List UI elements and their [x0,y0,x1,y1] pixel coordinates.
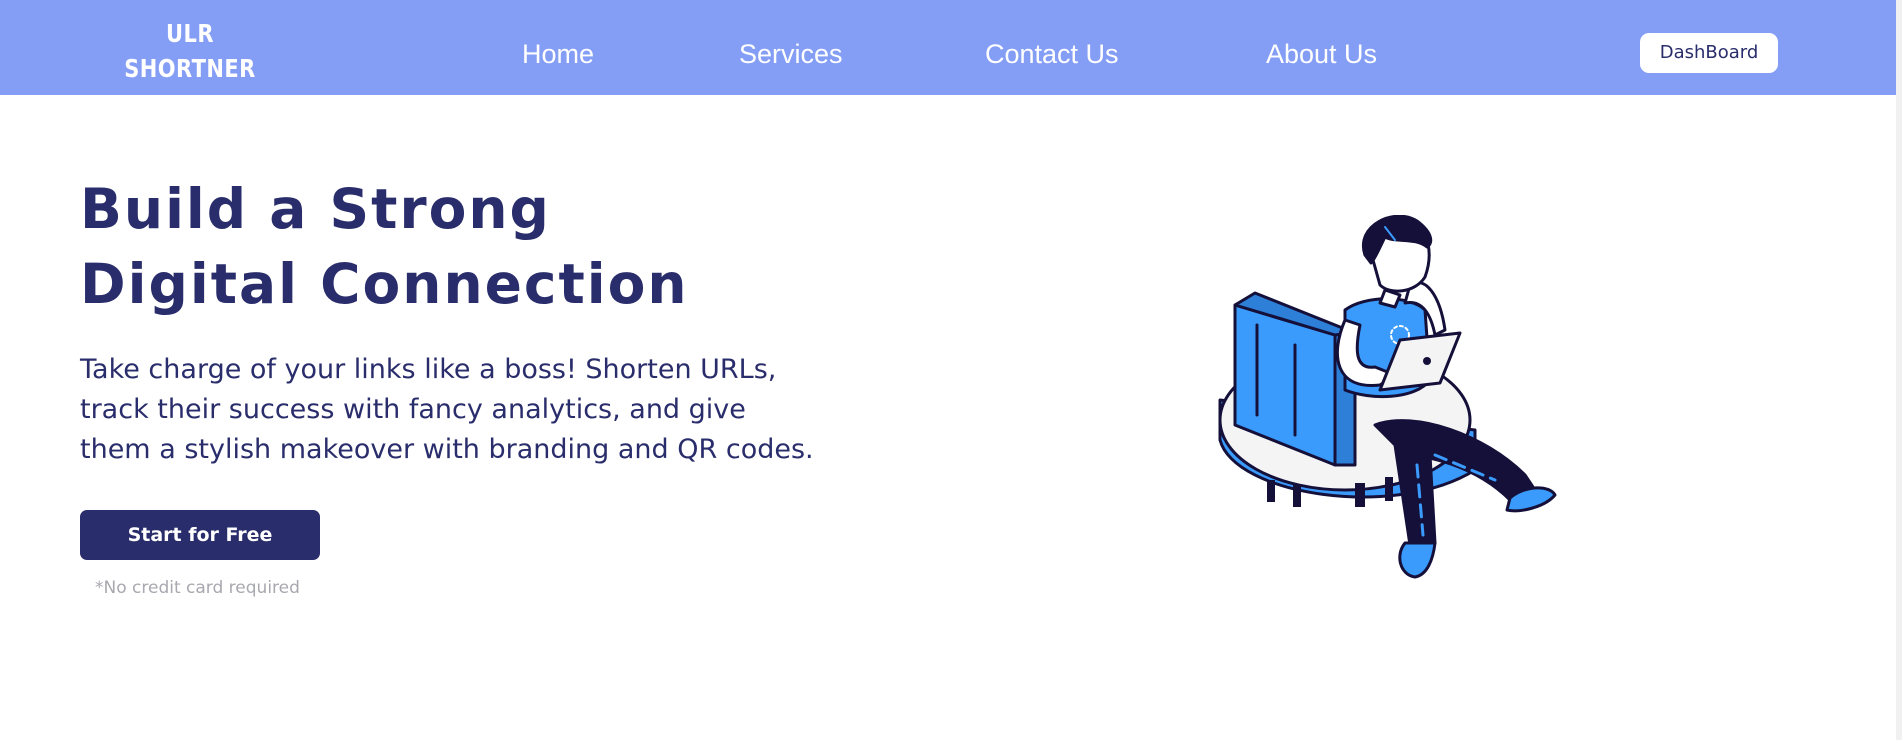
hero-title-line-1: Build a Strong [80,177,551,241]
hero-description-line-2: track their success with fancy analytics… [80,394,746,425]
hero-title: Build a Strong Digital Connection [80,172,689,322]
no-credit-card-note: *No credit card required [95,578,300,598]
logo-line-2: SHORTNER [124,54,256,83]
nav-link-contact-us[interactable]: Contact Us [985,36,1119,72]
hero-description: Take charge of your links like a boss! S… [80,350,820,470]
nav-link-home[interactable]: Home [522,36,594,72]
navbar: ULR SHORTNER Home Services Contact Us Ab… [0,0,1902,95]
hero-description-line-3: them a stylish makeover with branding an… [80,434,814,465]
nav-link-services[interactable]: Services [739,36,843,72]
dashboard-button[interactable]: DashBoard [1640,33,1778,73]
scrollbar[interactable] [1896,0,1902,740]
logo-line-1: ULR [166,19,214,48]
person-with-laptop-illustration [1218,215,1557,579]
nav-link-about-us[interactable]: About Us [1266,36,1377,72]
hero-title-line-2: Digital Connection [80,252,689,316]
hero-description-line-1: Take charge of your links like a boss! S… [80,354,777,385]
start-for-free-button[interactable]: Start for Free [80,510,320,560]
logo[interactable]: ULR SHORTNER [123,16,257,86]
